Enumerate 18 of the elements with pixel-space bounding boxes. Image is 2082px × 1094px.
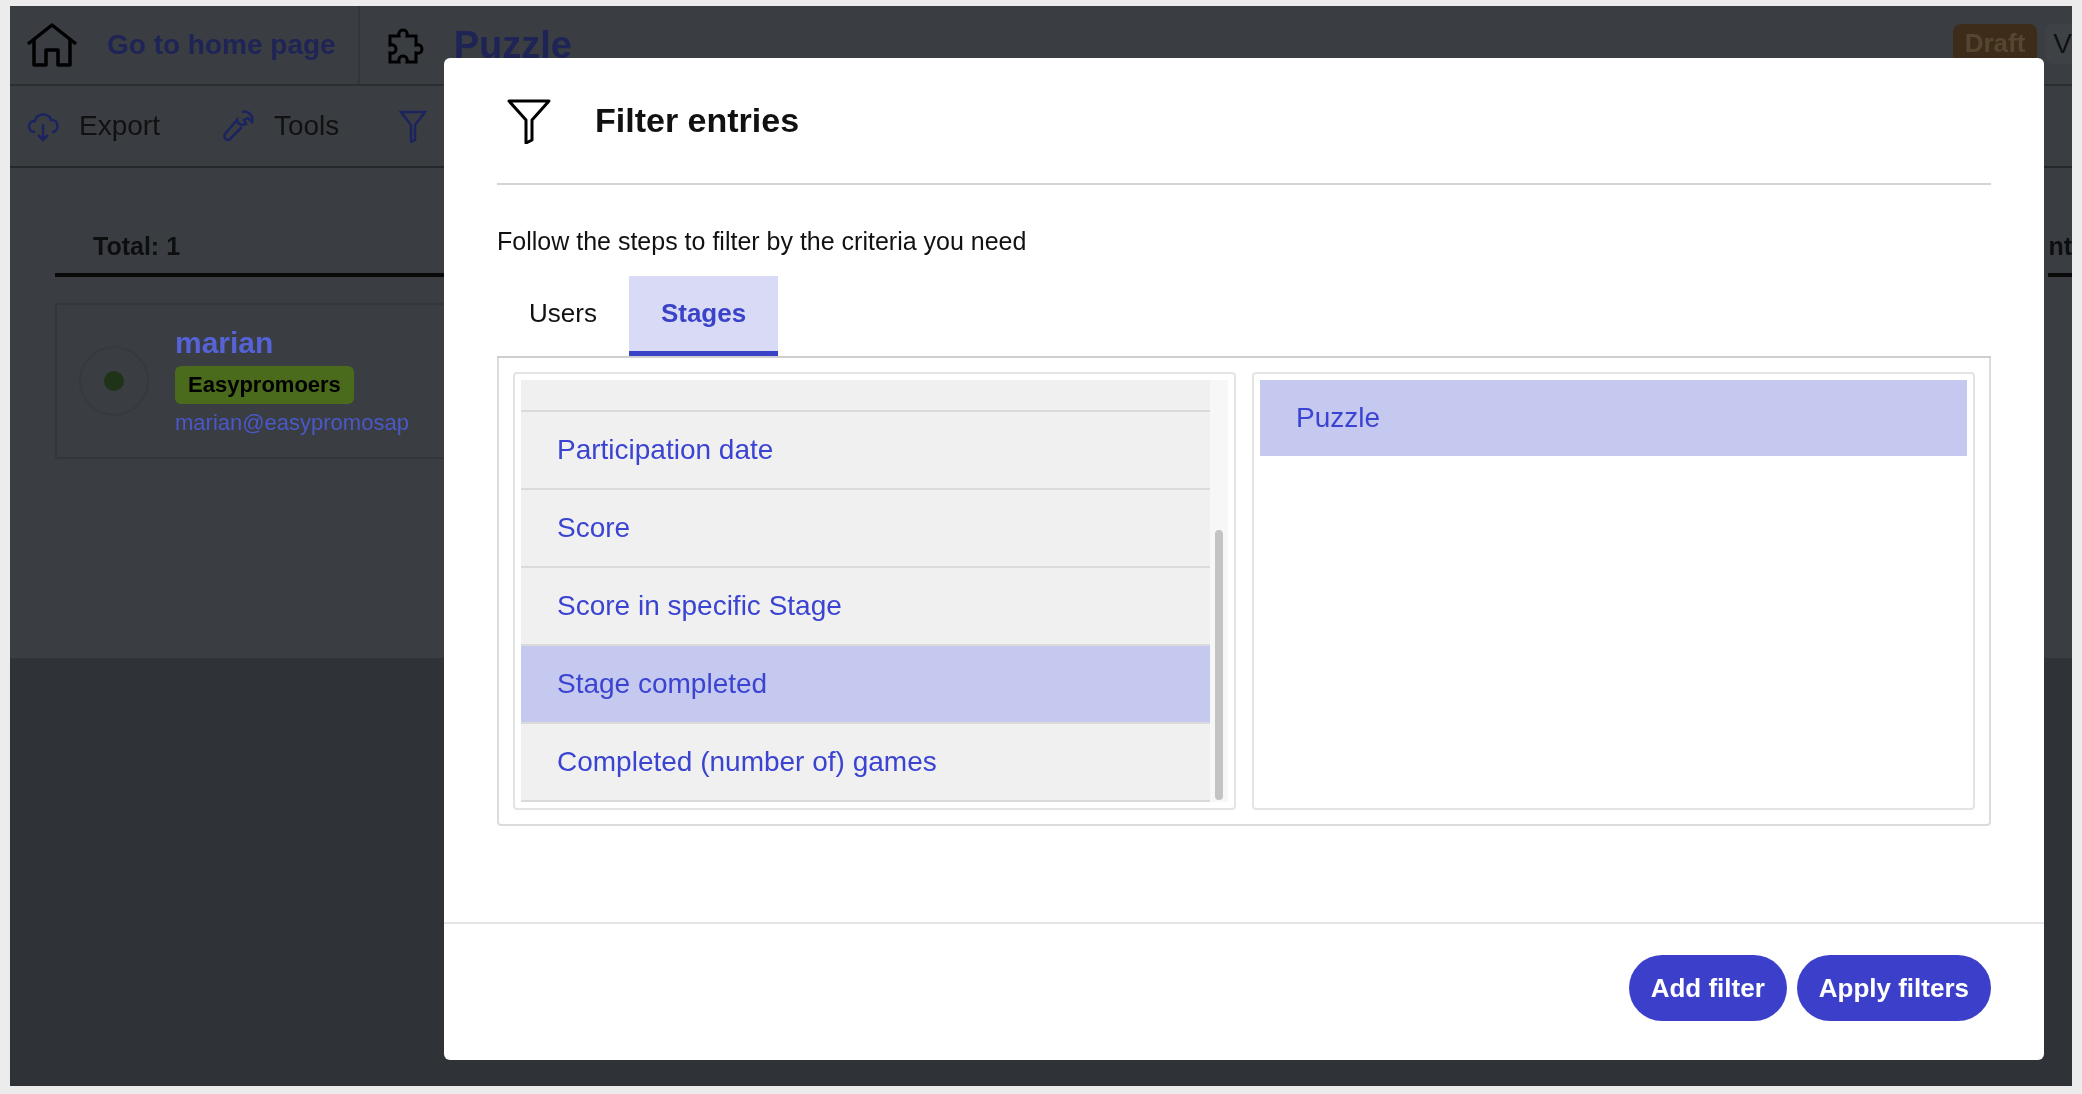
filter-icon <box>399 109 428 143</box>
dialog-title: Filter entries <box>595 101 800 140</box>
entry-name: marian <box>175 326 274 360</box>
action-button[interactable]: Apply filters <box>1796 955 1991 1021</box>
criteria-item[interactable]: Stage completed <box>521 646 1210 724</box>
criteria-item[interactable]: Completed (number of) games <box>521 724 1210 802</box>
status-indicator <box>79 346 149 416</box>
action-button[interactable]: Add filter <box>1628 955 1787 1021</box>
cloud-download-icon <box>25 110 61 142</box>
entry-email: marian@easypromosap <box>175 410 409 436</box>
scrollbar-thumb[interactable] <box>1215 530 1223 800</box>
home-icon <box>25 22 79 68</box>
tab[interactable]: Stages <box>628 276 779 356</box>
filter-icon <box>507 97 551 144</box>
tab[interactable]: Users <box>497 276 629 356</box>
instruction-text: Follow the steps to filter by the criteria you need <box>497 227 1028 256</box>
group-tag: Easypromoers <box>175 366 354 404</box>
stage-item[interactable]: Puzzle <box>1260 380 1967 456</box>
